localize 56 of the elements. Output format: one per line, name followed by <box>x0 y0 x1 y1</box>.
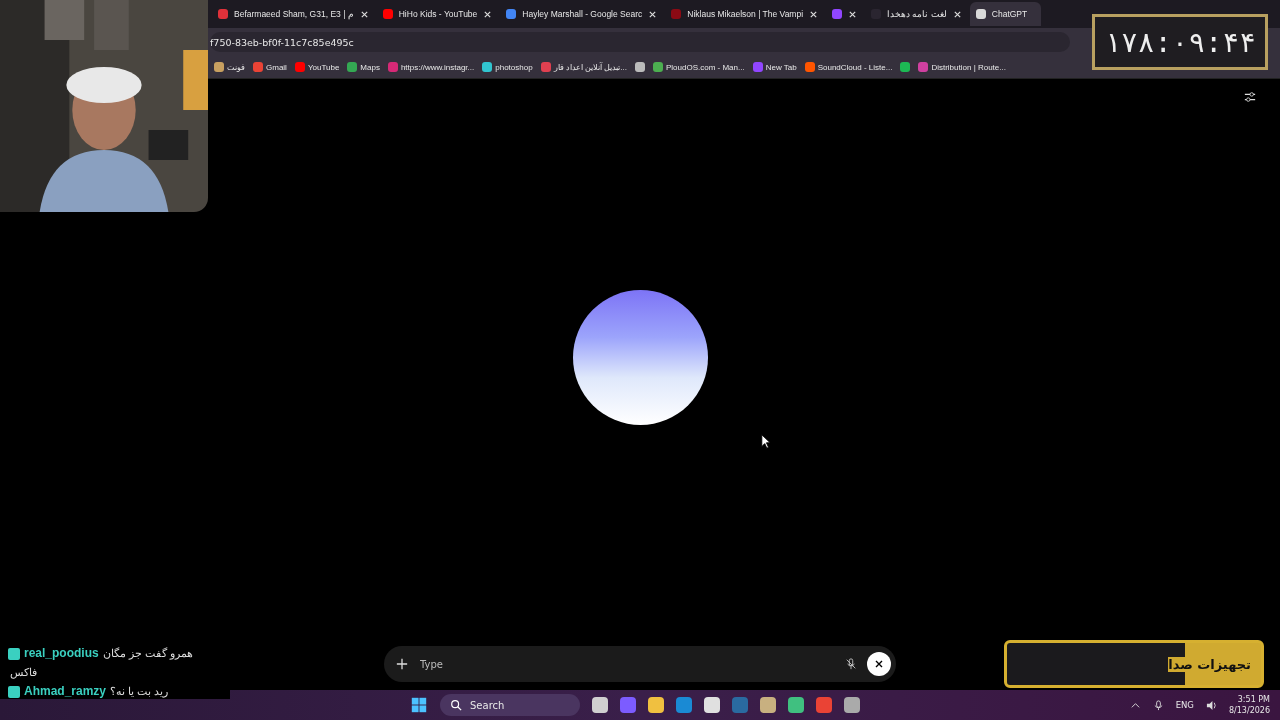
close-icon[interactable] <box>848 9 858 19</box>
address-field[interactable]: f750-83eb-bf0f-11c7c85e495c <box>210 32 1070 52</box>
speaker-icon[interactable] <box>1205 699 1217 711</box>
close-icon[interactable] <box>952 9 962 19</box>
user-badge-icon <box>8 647 20 660</box>
bookmark[interactable]: YouTube <box>292 60 342 74</box>
close-button[interactable] <box>867 652 891 676</box>
app-icon[interactable] <box>676 697 692 713</box>
close-icon[interactable] <box>359 9 369 19</box>
language-indicator[interactable]: ENG <box>1175 700 1194 710</box>
search-icon <box>450 699 462 711</box>
app-icon[interactable] <box>844 697 860 713</box>
bookmark[interactable]: SoundCloud - Liste... <box>802 60 895 74</box>
bookmark[interactable]: photoshop <box>480 60 535 74</box>
app-icon[interactable] <box>760 697 776 713</box>
browser-tab[interactable]: Hayley Marshall - Google Searc <box>500 2 664 26</box>
chat-username: Ahmad_ramzy <box>24 684 107 699</box>
browser-tab[interactable]: لغت نامه دهخدا <box>865 2 968 26</box>
app-icon[interactable] <box>704 697 720 713</box>
close-icon[interactable] <box>483 9 493 19</box>
browser-tab[interactable]: Niklaus Mikaelson | The Vampi <box>665 2 825 26</box>
chat-username: real_poodius <box>24 646 99 661</box>
user-badge-icon <box>8 685 20 698</box>
bookmark[interactable]: Maps <box>345 60 382 74</box>
app-icon[interactable] <box>592 697 608 713</box>
browser-tab[interactable]: Befarmaeed Sham, G31, E3 | م <box>212 2 375 26</box>
bookmark[interactable]: Distribution | Route... <box>916 60 1008 74</box>
bookmark[interactable]: https://www.instagr... <box>385 60 477 74</box>
app-icon[interactable] <box>816 697 832 713</box>
close-icon[interactable] <box>809 9 819 19</box>
close-icon <box>874 659 884 669</box>
browser-tab[interactable]: HiHo Kids - YouTube <box>376 2 499 26</box>
bookmark[interactable]: تبدیل آنلاین اعداد فار... <box>538 60 629 74</box>
message-field[interactable]: Type <box>384 646 896 682</box>
system-clock[interactable]: 3:51 PM 8/13/2026 <box>1228 694 1270 716</box>
plus-icon[interactable] <box>396 658 408 670</box>
bookmark[interactable]: Gmail <box>251 60 289 74</box>
cursor-icon <box>761 434 771 449</box>
bookmark[interactable]: New Tab <box>750 60 799 74</box>
taskbar-search[interactable]: Search <box>440 694 580 716</box>
sponsor-banner: تجهیزات صدا <box>1004 640 1264 688</box>
settings-icon[interactable] <box>1244 91 1256 103</box>
message-input[interactable]: Type <box>418 657 835 671</box>
app-icon[interactable] <box>788 697 804 713</box>
app-icon[interactable] <box>648 697 664 713</box>
browser-tab[interactable]: ChatGPT <box>969 2 1042 26</box>
microphone-icon[interactable] <box>1152 699 1164 711</box>
chat-message: رید بت یا نه؟ <box>110 684 169 699</box>
bookmark[interactable]: فونت <box>212 60 247 74</box>
chat-message: همرو گفت جز مگان <box>102 646 193 661</box>
close-icon[interactable] <box>648 9 658 19</box>
stream-timer: ۱۷۸:۰۹:۴۴ <box>1092 14 1268 70</box>
start-icon[interactable] <box>410 696 428 714</box>
muted-microphone-icon[interactable] <box>845 658 857 670</box>
bookmark[interactable]: PloudOS.com - Man... <box>651 60 747 74</box>
chat-message: فاکس <box>9 665 38 680</box>
